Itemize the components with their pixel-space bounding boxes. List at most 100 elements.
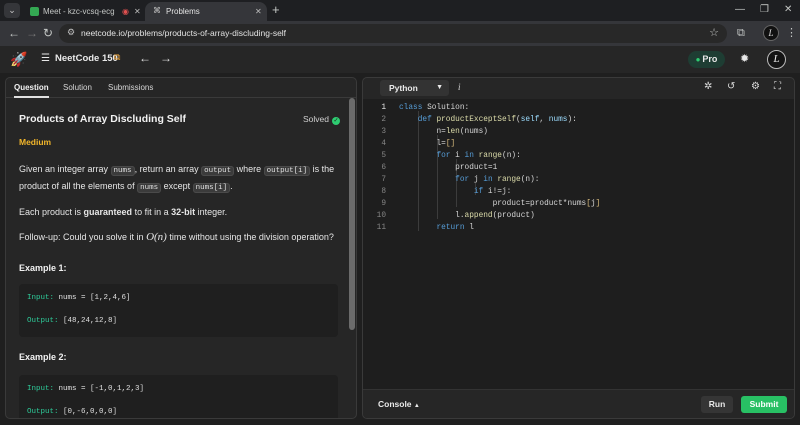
description-paragraph-1: Given an integer array nums, return an a…	[19, 162, 341, 196]
example-box: Input: nums = [1,2,4,6] Output: [48,24,1…	[19, 284, 338, 337]
bug-icon[interactable]: ✲	[704, 81, 712, 92]
tab-search-chevron-icon[interactable]: ⌄	[4, 3, 20, 18]
editor-toolbar: Python ▼ i ✲ ↺ ⚙ ⛶	[363, 78, 794, 98]
line-number: 11	[376, 224, 386, 232]
pro-button[interactable]: ● Pro	[688, 51, 725, 68]
editor-settings-icon[interactable]: ⚙	[751, 81, 760, 92]
code-line[interactable]: 4 l=[]	[363, 138, 794, 150]
forward-icon[interactable]: →	[26, 26, 38, 40]
reset-icon[interactable]: ↺	[727, 81, 735, 92]
line-number: 4	[381, 140, 386, 148]
code-area[interactable]: 1 class Solution: 2 def productExceptSelf(…	[363, 99, 794, 389]
description-paragraph-2: Each product is guaranteed to fit in a 3…	[19, 205, 341, 220]
output-value: [0,-6,0,0,0]	[58, 408, 118, 416]
rocket-logo-icon[interactable]: 🚀	[10, 51, 27, 68]
info-icon[interactable]: i	[458, 82, 461, 92]
tab-title: Problems	[166, 7, 200, 16]
code-line[interactable]: 6 product=1	[363, 162, 794, 174]
tab-close-icon[interactable]: ✕	[134, 2, 141, 21]
profile-avatar-icon[interactable]: L	[763, 25, 779, 41]
line-number: 2	[381, 116, 386, 124]
text: time without using the division operatio…	[166, 232, 334, 242]
fullscreen-icon[interactable]: ⛶	[774, 81, 781, 92]
bookmark-star-icon[interactable]: ☆	[709, 26, 719, 39]
browser-tab-problems[interactable]: ⌘ Problems ✕	[145, 2, 267, 21]
address-bar[interactable]: ⚙ neetcode.io/problems/products-of-array…	[59, 24, 727, 43]
problem-list-title[interactable]: NeetCode 150	[55, 53, 118, 64]
language-label: Python	[389, 83, 418, 93]
inline-code: output	[201, 166, 235, 176]
example-output: Output: [0,-6,0,0,0]	[27, 408, 117, 416]
minimize-icon[interactable]: —	[735, 3, 745, 17]
question-scrollbar[interactable]	[349, 98, 355, 330]
neetcode-header: 🚀 ☰ NeetCode 150 ⧉ ← → ● Pro ✹ L	[0, 46, 800, 73]
back-icon[interactable]: ←	[8, 26, 20, 40]
output-label: Output:	[27, 408, 59, 416]
difficulty-badge: Medium	[19, 137, 52, 147]
code-line[interactable]: 8 if i!=j:	[363, 186, 794, 198]
caret-down-icon: ▼	[436, 84, 443, 91]
submit-button[interactable]: Submit	[741, 396, 787, 413]
bold-text: guaranteed	[83, 207, 133, 217]
external-link-icon[interactable]: ⧉	[114, 52, 120, 63]
console-toggle[interactable]: Console ▲	[378, 399, 420, 409]
text: where	[234, 164, 264, 174]
code-line[interactable]: 2 def productExceptSelf(self, nums):	[363, 114, 794, 126]
recording-icon: ◉	[122, 7, 129, 16]
code-line[interactable]: 1 class Solution:	[363, 102, 794, 114]
window-close-icon[interactable]: ✕	[784, 3, 792, 17]
tab-question[interactable]: Question	[14, 78, 49, 98]
tab-close-icon[interactable]: ✕	[255, 2, 262, 21]
run-button[interactable]: Run	[701, 396, 733, 413]
language-select[interactable]: Python ▼	[380, 80, 449, 96]
text: Follow-up: Could you solve it in	[19, 232, 147, 242]
browser-tab-meet[interactable]: Meet - kzc-vcsq-ecg ◉ ✕	[24, 2, 142, 21]
url-text[interactable]: neetcode.io/problems/products-of-array-d…	[81, 24, 286, 43]
text: integer.	[195, 207, 228, 217]
code-line[interactable]: 10 l.append(product)	[363, 210, 794, 222]
site-info-icon[interactable]: ⚙	[67, 27, 75, 38]
reload-icon[interactable]: ↻	[43, 26, 53, 40]
code-line[interactable]: 3 n=len(nums)	[363, 126, 794, 138]
big-o-math: O(n)	[146, 231, 167, 243]
code-line[interactable]: 7 for j in range(n):	[363, 174, 794, 186]
check-circle-icon: ✓	[332, 117, 340, 125]
line-number: 1	[381, 104, 386, 112]
restore-icon[interactable]: ❐	[760, 3, 769, 17]
settings-gear-icon[interactable]: ✹	[740, 52, 749, 65]
tab-submissions[interactable]: Submissions	[108, 78, 153, 98]
code-text: l.append(product)	[455, 212, 535, 220]
line-number: 7	[381, 176, 386, 184]
caret-up-icon: ▲	[413, 403, 420, 409]
example-output: Output: [48,24,12,8]	[27, 317, 117, 325]
question-tabs: Question Solution Submissions	[6, 78, 356, 98]
tab-title: Meet - kzc-vcsq-ecg	[43, 7, 115, 16]
tab-solution[interactable]: Solution	[63, 78, 92, 98]
extensions-icon[interactable]: ⧉	[737, 26, 745, 40]
code-text: class Solution:	[399, 104, 470, 112]
console-label: Console	[378, 399, 412, 409]
code-text: return l	[436, 224, 474, 232]
code-editor-panel: Python ▼ i ✲ ↺ ⚙ ⛶ 1 class Solution: 2 def …	[362, 77, 795, 419]
new-tab-button[interactable]: +	[272, 3, 280, 17]
list-icon[interactable]: ☰	[41, 53, 50, 64]
text: .	[230, 181, 233, 191]
next-problem-icon[interactable]: →	[160, 51, 172, 65]
code-text: if i!=j:	[473, 188, 512, 196]
input-value: nums = [-1,0,1,2,3]	[54, 385, 145, 393]
prev-problem-icon[interactable]: ←	[139, 51, 151, 65]
user-avatar[interactable]: L	[767, 50, 786, 69]
browser-tab-strip: ⌄ Meet - kzc-vcsq-ecg ◉ ✕ ⌘ Problems ✕ +…	[0, 0, 800, 21]
text: Each product is	[19, 207, 84, 217]
code-line[interactable]: 5 for i in range(n):	[363, 150, 794, 162]
flame-icon: ●	[695, 55, 701, 64]
line-number: 8	[381, 188, 386, 196]
browser-menu-icon[interactable]: ⋮	[786, 26, 797, 40]
code-text: product=1	[455, 164, 498, 172]
code-line[interactable]: 9 product=product*nums[j]	[363, 198, 794, 210]
follow-up-paragraph: Follow-up: Could you solve it in O(n) ti…	[19, 230, 341, 245]
input-value: nums = [1,2,4,6]	[54, 294, 131, 302]
code-text: l=[]	[436, 140, 456, 148]
code-line[interactable]: 11 return l	[363, 222, 794, 234]
meet-favicon-icon	[30, 7, 39, 16]
